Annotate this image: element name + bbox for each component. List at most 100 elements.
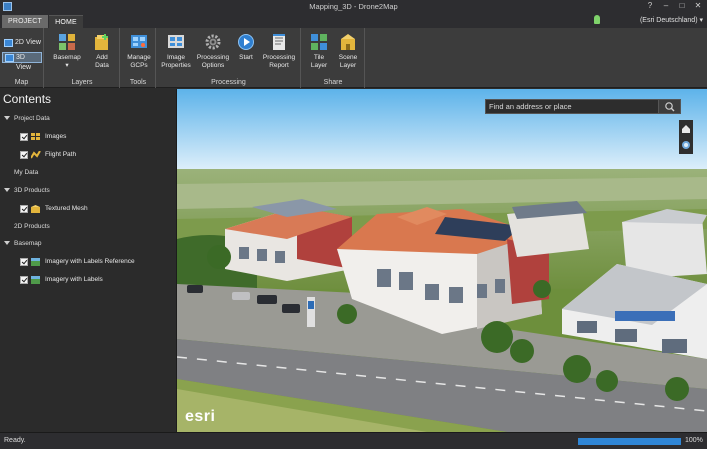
imagery-layer-icon [31, 258, 41, 266]
window-title: Mapping_3D - Drone2Map [309, 2, 398, 11]
manage-gcps-button[interactable]: Manage GCPs [124, 33, 154, 69]
compass-icon[interactable] [679, 138, 693, 152]
ribbon-group-layers: Basemap ▾ Add Data Layers [45, 28, 120, 88]
ribbon-group-tools: Manage GCPs Tools [121, 28, 156, 88]
tile-layer-button[interactable]: Tile Layer [306, 33, 332, 69]
minimize-button[interactable]: – [659, 1, 673, 10]
processing-report-button[interactable]: Processing Report [261, 33, 297, 69]
group-label-tools: Tools [129, 79, 147, 86]
image-properties-icon [167, 33, 185, 51]
3d-view-button[interactable]: 3D View [2, 52, 42, 71]
tile-layer-label-2: Layer [310, 61, 328, 69]
2d-view-button[interactable]: 2D View [2, 38, 42, 49]
imagery-labels-checkbox[interactable] [20, 276, 28, 284]
status-bar: Ready. 100% [0, 432, 707, 449]
add-data-label-1: Add [96, 54, 108, 61]
basemap-label: Basemap [53, 54, 81, 61]
contents-pane: Contents Project Data Images Flight Path… [0, 89, 177, 432]
flight-path-layer-name: Flight Path [45, 151, 77, 158]
scene-layer-label-2: Layer [339, 61, 357, 69]
basemap-button[interactable]: Basemap ▾ [51, 33, 83, 69]
ribbon-tab-row: PROJECT HOME (Esri Deutschland) ▾ [0, 13, 707, 28]
search-input[interactable] [486, 100, 658, 113]
maximize-button[interactable]: □ [675, 1, 689, 10]
3d-view-label: 3D View [16, 54, 32, 71]
processing-options-label-2: Options [201, 61, 225, 69]
scene-view[interactable]: esri [177, 89, 707, 432]
tile-layer-label-1: Tile [313, 54, 325, 61]
report-icon [270, 33, 288, 51]
group-label-map: Map [14, 79, 29, 86]
scene-layer-icon [339, 33, 357, 51]
imagery-layer-icon [31, 276, 41, 284]
navigation-controls [679, 120, 693, 154]
group-basemap[interactable]: Basemap [4, 240, 41, 247]
group-basemap-label: Basemap [14, 240, 42, 247]
textured-mesh-layer-icon [31, 205, 41, 213]
flight-path-layer-icon [30, 150, 41, 159]
start-label: Start [239, 54, 253, 61]
ribbon-group-processing: Image Properties Processing Options Start … [157, 28, 301, 88]
caret-down-icon [4, 241, 10, 246]
portal-dropdown[interactable]: (Esri Deutschland) ▾ [640, 16, 703, 24]
group-label-processing: Processing [211, 79, 246, 86]
title-bar: Mapping_3D - Drone2Map ? – □ ✕ [0, 0, 707, 13]
ribbon-group-map: 2D View 3D View Map [0, 28, 44, 88]
help-icon[interactable]: ? [643, 1, 657, 10]
imagery-labels-layer-name: Imagery with Labels [45, 276, 103, 283]
start-button[interactable]: Start [235, 33, 257, 62]
progress-bar [578, 438, 681, 445]
imagery-labels-reference-checkbox[interactable] [20, 258, 28, 266]
group-project-data-label: Project Data [14, 115, 50, 122]
chevron-down-icon: ▾ [65, 61, 69, 69]
flight-path-checkbox[interactable] [20, 151, 28, 159]
status-text: Ready. [4, 437, 26, 444]
processing-report-label-2: Report [269, 61, 289, 69]
group-3d-products[interactable]: 3D Products [4, 187, 50, 194]
search-button[interactable] [658, 100, 680, 113]
group-label-layers: Layers [71, 79, 93, 86]
scene-layer-label-1: Scene [338, 54, 358, 61]
processing-options-button[interactable]: Processing Options [195, 33, 231, 69]
processing-options-label-1: Processing [196, 54, 230, 61]
group-project-data[interactable]: Project Data [4, 115, 50, 122]
group-my-data[interactable]: My Data [14, 169, 38, 176]
caret-down-icon [4, 116, 10, 121]
chevron-down-icon: ▾ [699, 17, 703, 24]
images-checkbox[interactable] [20, 133, 28, 141]
manage-gcps-icon [130, 33, 148, 51]
textured-mesh-layer-name: Textured Mesh [45, 205, 88, 212]
tab-home[interactable]: HOME [49, 15, 83, 28]
tile-layer-icon [310, 33, 328, 51]
close-button[interactable]: ✕ [691, 1, 705, 10]
tab-project[interactable]: PROJECT [2, 15, 48, 28]
scene-layer-button[interactable]: Scene Layer [335, 33, 361, 69]
manage-gcps-label-2: GCPs [130, 61, 148, 69]
add-data-button[interactable]: Add Data [89, 33, 115, 69]
manage-gcps-label-1: Manage [127, 54, 151, 61]
ribbon: 2D View 3D View Map Basemap ▾ Add Data Lay… [0, 28, 707, 88]
processing-report-label-1: Processing [262, 54, 296, 61]
signed-in-user-icon[interactable] [594, 15, 600, 24]
portal-label: (Esri Deutschland) [639, 17, 698, 24]
search-box [485, 99, 681, 114]
ribbon-group-share: Tile Layer Scene Layer Share [302, 28, 365, 88]
search-icon [665, 102, 675, 112]
progress-percent: 100% [685, 437, 703, 444]
gear-icon [204, 33, 222, 51]
2d-view-label: 2D View [15, 39, 41, 46]
textured-mesh-checkbox[interactable] [20, 205, 28, 213]
image-properties-button[interactable]: Image Properties [160, 33, 192, 69]
group-label-share: Share [323, 79, 343, 86]
3d-view-icon [5, 54, 14, 62]
add-data-icon [93, 33, 111, 51]
group-2d-products[interactable]: 2D Products [14, 223, 50, 230]
group-3d-products-label: 3D Products [14, 187, 50, 194]
2d-view-icon [4, 39, 13, 47]
play-icon [237, 33, 255, 51]
basemap-icon [58, 33, 76, 51]
imagery-labels-reference-layer-name: Imagery with Labels Reference [45, 258, 135, 265]
image-properties-label-2: Properties [161, 61, 191, 69]
3d-scene-mesh[interactable] [177, 89, 707, 432]
home-icon[interactable] [679, 122, 693, 136]
